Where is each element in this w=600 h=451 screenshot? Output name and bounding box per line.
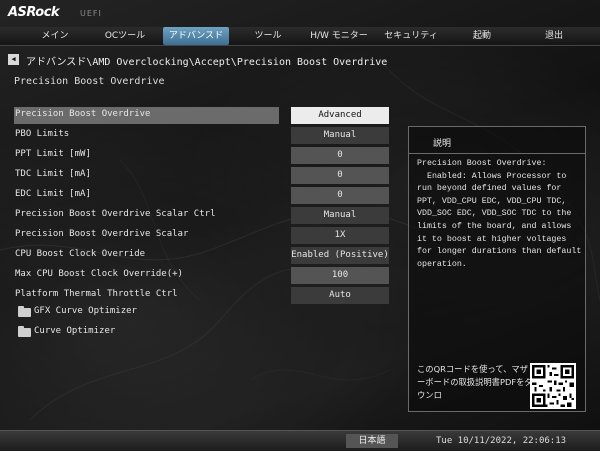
qr-code-icon	[530, 363, 576, 409]
setting-row-cpu-boost-clock-override[interactable]: CPU Boost Clock Override Enabled (Positi…	[14, 247, 390, 264]
setting-row-tdc-limit[interactable]: TDC Limit [mA] 0	[14, 167, 390, 184]
submenu-label: GFX Curve Optimizer	[34, 306, 137, 316]
tab-tools[interactable]: ツール	[248, 27, 288, 45]
description-text: Precision Boost Overdrive: Enabled: Allo…	[417, 159, 582, 269]
page-title: Precision Boost Overdrive	[14, 76, 165, 87]
back-arrow-icon[interactable]: ◀	[8, 54, 19, 65]
footer-bar: 日本語 Tue 10/11/2022, 22:06:13	[0, 430, 600, 451]
language-button[interactable]: 日本語	[346, 434, 398, 448]
main-menu-bar: メイン OCツール アドバンスド ツール H/W モニター セキュリティ 起動 …	[0, 27, 600, 46]
asrock-logo: ASRock	[8, 5, 60, 20]
description-title: 説明	[433, 139, 452, 149]
setting-value-input[interactable]: 0	[291, 187, 389, 204]
setting-value-dropdown[interactable]: Manual	[291, 127, 389, 144]
setting-label: Precision Boost Overdrive	[15, 109, 151, 119]
setting-label: TDC Limit [mA]	[15, 169, 91, 179]
tab-oc-tools[interactable]: OCツール	[100, 27, 150, 45]
setting-label: EDC Limit [mA]	[15, 189, 91, 199]
divider	[409, 153, 585, 154]
setting-row-edc-limit[interactable]: EDC Limit [mA] 0	[14, 187, 390, 204]
setting-label: Precision Boost Overdrive Scalar	[15, 229, 189, 239]
setting-value-input[interactable]: 0	[291, 147, 389, 164]
setting-label: PPT Limit [mW]	[15, 149, 91, 159]
uefi-label: UEFI	[80, 9, 102, 18]
setting-value-input[interactable]: 100	[291, 267, 389, 284]
tab-boot[interactable]: 起動	[468, 27, 496, 45]
tab-main[interactable]: メイン	[36, 27, 74, 45]
submenu-label: Curve Optimizer	[34, 326, 116, 336]
setting-row-ppt-limit[interactable]: PPT Limit [mW] 0	[14, 147, 390, 164]
setting-value-dropdown[interactable]: Enabled (Positive)	[291, 247, 389, 264]
setting-row-precision-boost-overdrive[interactable]: Precision Boost Overdrive Advanced	[14, 107, 390, 124]
setting-value-dropdown[interactable]: Manual	[291, 207, 389, 224]
setting-row-pbo-scalar[interactable]: Precision Boost Overdrive Scalar 1X	[14, 227, 390, 244]
folder-icon	[18, 326, 31, 337]
setting-label: Platform Thermal Throttle Ctrl	[15, 289, 178, 299]
setting-label: Max CPU Boost Clock Override(+)	[15, 269, 183, 279]
setting-value-dropdown[interactable]: Advanced	[291, 107, 389, 124]
qr-caption: このQRコードを使って、マザーボードの取扱説明書PDFをダウンロ	[417, 364, 533, 400]
setting-label: Precision Boost Overdrive Scalar Ctrl	[15, 209, 216, 219]
tab-hw-monitor[interactable]: H/W モニター	[306, 27, 372, 45]
setting-value-input[interactable]: 0	[291, 167, 389, 184]
folder-icon	[18, 306, 31, 317]
tab-advanced[interactable]: アドバンスド	[163, 27, 229, 45]
setting-row-pbo-scalar-ctrl[interactable]: Precision Boost Overdrive Scalar Ctrl Ma…	[14, 207, 390, 224]
setting-value-dropdown[interactable]: 1X	[291, 227, 389, 244]
description-panel: 説明 Precision Boost Overdrive: Enabled: A…	[408, 126, 586, 412]
datetime-display: Tue 10/11/2022, 22:06:13	[436, 436, 567, 446]
breadcrumb: アドバンスド\AMD Overclocking\Accept\Precision…	[26, 57, 388, 68]
setting-row-platform-thermal-throttle[interactable]: Platform Thermal Throttle Ctrl Auto	[14, 287, 390, 304]
tab-security[interactable]: セキュリティ	[380, 27, 442, 45]
setting-row-pbo-limits[interactable]: PBO Limits Manual	[14, 127, 390, 144]
setting-row-max-cpu-boost-clock[interactable]: Max CPU Boost Clock Override(+) 100	[14, 267, 390, 284]
setting-value-dropdown[interactable]: Auto	[291, 287, 389, 304]
tab-exit[interactable]: 退出	[540, 27, 568, 45]
setting-label: PBO Limits	[15, 129, 70, 139]
setting-label: CPU Boost Clock Override	[15, 249, 146, 259]
